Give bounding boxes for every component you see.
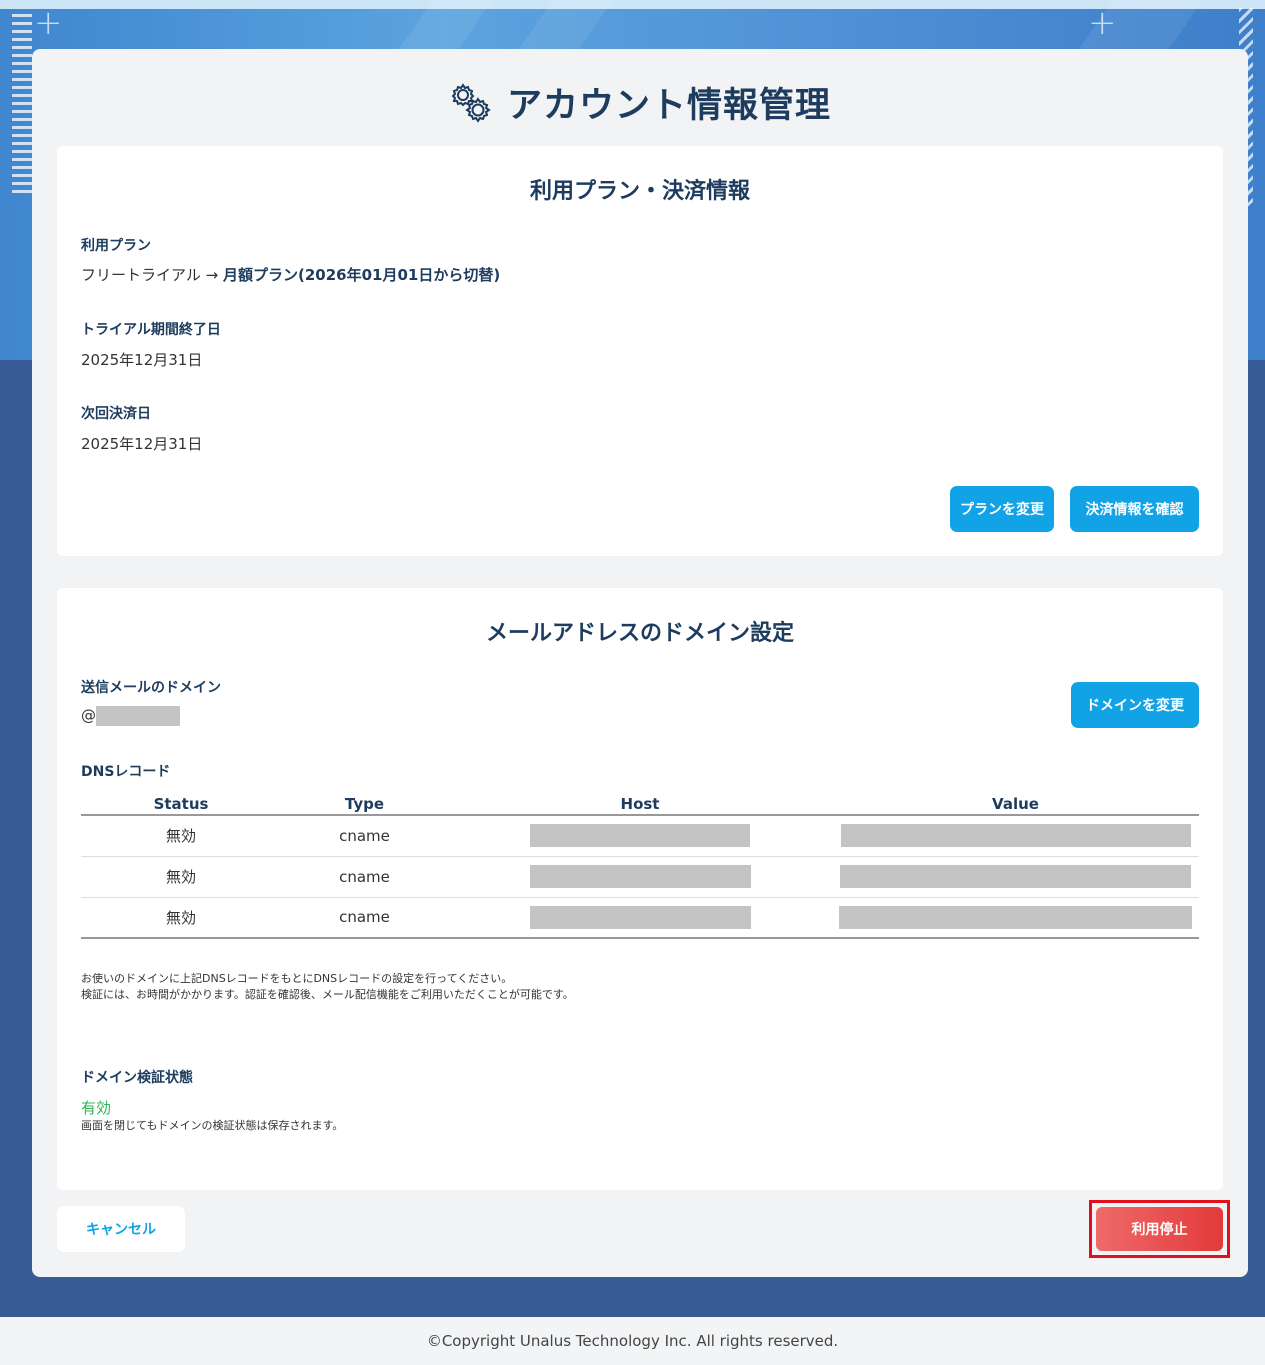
- account-panel: アカウント情報管理 利用プラン・決済情報 利用プラン フリートライアル → 月額…: [32, 49, 1248, 1277]
- value-cell: [832, 856, 1199, 898]
- next-payment-value: 2025年12月31日: [81, 435, 203, 453]
- change-plan-button[interactable]: プランを変更: [950, 486, 1054, 532]
- next-payment-label: 次回決済日: [81, 406, 151, 422]
- type-cell: cname: [281, 897, 448, 939]
- masked-host: [529, 865, 751, 888]
- decorative-lines: [12, 14, 32, 198]
- stop-button-highlight: 利用停止: [1089, 1200, 1230, 1258]
- dns-instructions: お使いのドメインに上記DNSレコードをもとにDNSレコードの設定を行ってください…: [81, 971, 574, 1003]
- at-sign: @: [81, 706, 96, 725]
- payment-info-button[interactable]: 決済情報を確認: [1070, 486, 1199, 532]
- plan-next: 月額プラン(2026年01月01日から切替): [222, 266, 501, 284]
- plan-section-title: 利用プラン・決済情報: [529, 179, 750, 204]
- plan-payment-card: 利用プラン・決済情報 利用プラン フリートライアル → 月額プラン(2026年0…: [57, 146, 1223, 556]
- masked-value: [840, 824, 1191, 848]
- trial-end-value: 2025年12月31日: [81, 351, 203, 369]
- type-cell: cname: [281, 856, 448, 898]
- stop-service-button[interactable]: 利用停止: [1096, 1207, 1223, 1251]
- masked-domain: [96, 706, 180, 726]
- verify-label: ドメイン検証状態: [81, 1070, 193, 1086]
- sender-domain-value: @: [81, 706, 180, 726]
- top-strip: [0, 0, 1265, 9]
- status-cell: 無効: [81, 856, 281, 898]
- plus-decoration-icon: +: [34, 3, 63, 43]
- change-domain-button[interactable]: ドメインを変更: [1071, 682, 1199, 728]
- plan-current: フリートライアル →: [81, 266, 219, 284]
- gears-icon: [449, 81, 493, 125]
- column-header-host: Host: [448, 793, 832, 816]
- note-line: 検証には、お時間がかかります。認証を確認後、メール配信機能をご利用いただくことが…: [81, 988, 574, 1001]
- plan-label: 利用プラン: [81, 238, 151, 254]
- verify-note: 画面を閉じてもドメインの検証状態は保存されます。: [81, 1119, 344, 1132]
- cancel-button[interactable]: キャンセル: [57, 1206, 185, 1252]
- status-cell: 無効: [81, 815, 281, 857]
- footer: ©Copyright Unalus Technology Inc. All ri…: [0, 1317, 1265, 1365]
- masked-value: [840, 865, 1191, 888]
- sender-domain-label: 送信メールのドメイン: [81, 680, 221, 696]
- column-header-status: Status: [81, 793, 281, 816]
- masked-host: [529, 905, 751, 929]
- dns-table: Status Type Host Value 無効 cname 無効 cname: [81, 793, 1199, 939]
- dns-label: DNSレコード: [81, 764, 171, 780]
- value-cell: [832, 815, 1199, 857]
- plan-value: フリートライアル → 月額プラン(2026年01月01日から切替): [81, 264, 500, 285]
- domain-settings-card: メールアドレスのドメイン設定 送信メールのドメイン @ ドメインを変更 DNSレ…: [57, 588, 1223, 1190]
- page-title: アカウント情報管理: [506, 86, 831, 126]
- status-cell: 無効: [81, 897, 281, 939]
- host-cell: [448, 897, 832, 939]
- value-cell: [832, 897, 1199, 939]
- type-cell: cname: [281, 815, 448, 857]
- plus-decoration-icon: +: [1088, 3, 1117, 43]
- host-cell: [448, 856, 832, 898]
- masked-value: [839, 905, 1192, 929]
- verify-status: 有効: [81, 1099, 112, 1117]
- column-header-type: Type: [281, 793, 448, 816]
- column-header-value: Value: [832, 793, 1199, 816]
- trial-end-label: トライアル期間終了日: [81, 322, 221, 338]
- host-cell: [448, 815, 832, 857]
- copyright: ©Copyright Unalus Technology Inc. All ri…: [426, 1332, 839, 1350]
- page-header: アカウント情報管理: [32, 77, 1248, 128]
- note-line: お使いのドメインに上記DNSレコードをもとにDNSレコードの設定を行ってください…: [81, 972, 513, 985]
- domain-section-title: メールアドレスのドメイン設定: [485, 621, 794, 646]
- table-header-row: Status Type Host Value: [81, 793, 1199, 816]
- table-row: 無効 cname: [81, 897, 1199, 939]
- table-row: 無効 cname: [81, 815, 1199, 857]
- table-row: 無効 cname: [81, 856, 1199, 898]
- masked-host: [530, 824, 750, 848]
